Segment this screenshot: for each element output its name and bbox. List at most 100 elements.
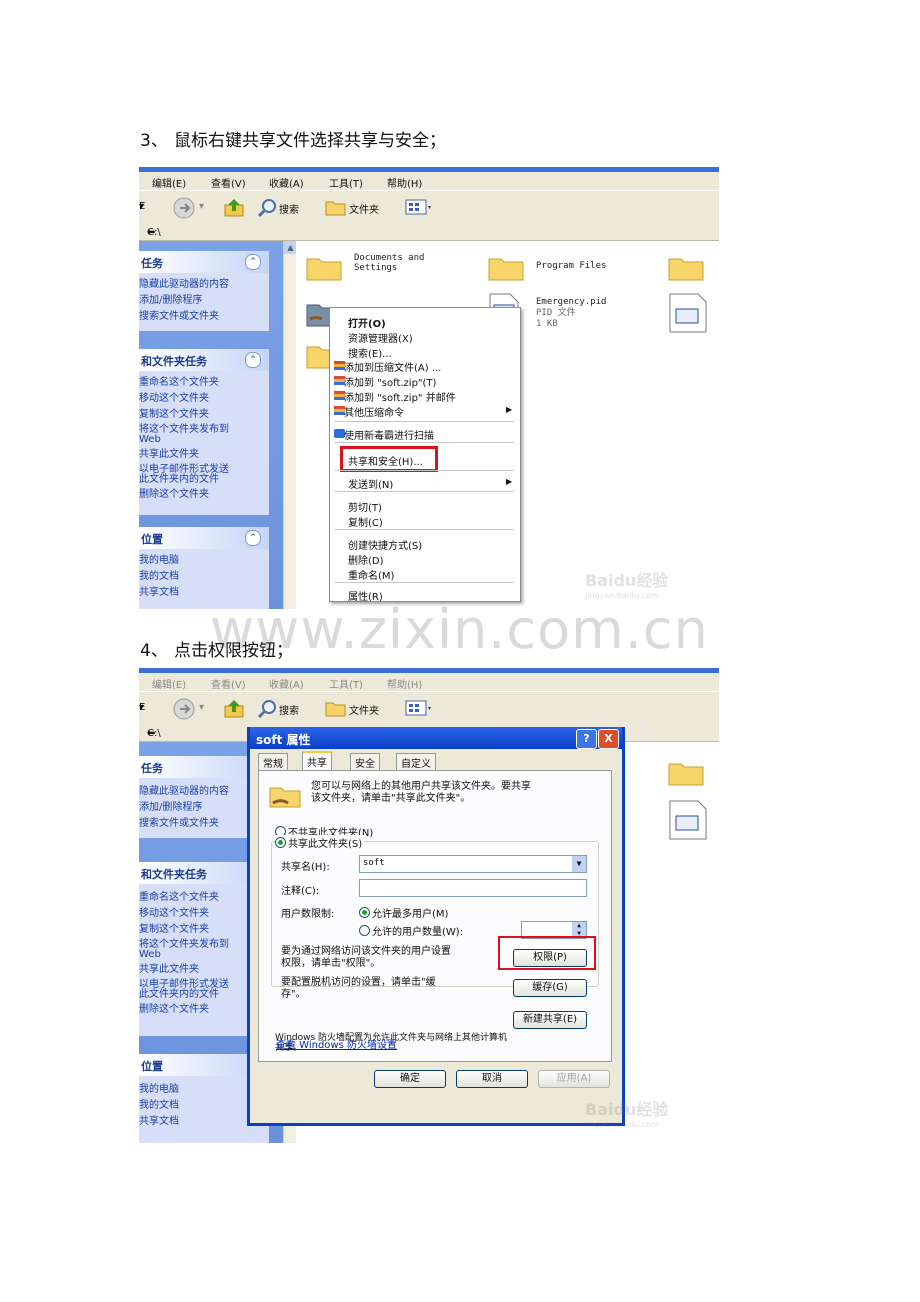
ok-button[interactable]: 确定: [374, 1070, 446, 1088]
task-link[interactable]: 共享此文件夹: [139, 447, 269, 463]
menu-item-open[interactable]: 打开(O): [348, 315, 386, 330]
screenshot-context-menu: 编辑(E) 查看(V) 收藏(A) 工具(T) 帮助(H) E ▾ ▾ 搜索 文…: [139, 167, 719, 609]
collapse-icon[interactable]: ⌃: [245, 352, 261, 368]
collapse-icon[interactable]: ⌃: [245, 254, 261, 270]
search-button-label[interactable]: 搜索: [279, 201, 299, 216]
menu-item-send-to[interactable]: 发送到(N): [348, 476, 393, 491]
file-size: 1 KB: [536, 319, 558, 329]
share-name-dropdown[interactable]: soft ▼: [359, 855, 587, 873]
menu-edit[interactable]: 编辑(E): [152, 676, 186, 691]
file-name[interactable]: Program Files: [536, 261, 606, 271]
share-option[interactable]: 共享此文件夹(S): [275, 835, 365, 850]
scrollbar[interactable]: ▲: [283, 241, 297, 609]
task-link[interactable]: 复制这个文件夹: [139, 407, 269, 423]
allowed-users-option[interactable]: 允许的用户数量(W):: [359, 923, 463, 938]
file-name[interactable]: Documents and Settings: [354, 253, 424, 274]
task-link[interactable]: 移动这个文件夹: [139, 391, 269, 407]
properties-dialog: soft 属性 ? X 常规 共享 安全 自定义 您可以与网络上的其他用户共享该…: [247, 727, 625, 1126]
menu-item-cut[interactable]: 剪切(T): [348, 499, 382, 514]
comment-field[interactable]: [359, 879, 587, 897]
back-button[interactable]: E ▾: [139, 702, 145, 713]
task-link[interactable]: 搜索文件或文件夹: [139, 309, 269, 325]
chevron-down-icon[interactable]: ▼: [572, 856, 586, 872]
menu-item-rename[interactable]: 重命名(M): [348, 567, 394, 582]
radio-icon[interactable]: [359, 925, 370, 936]
forward-dropdown-icon[interactable]: ▾: [199, 702, 204, 713]
menu-view[interactable]: 查看(V): [211, 175, 246, 190]
menu-favorites[interactable]: 收藏(A): [269, 175, 304, 190]
task-link[interactable]: 重命名这个文件夹: [139, 375, 269, 391]
tab-general[interactable]: 常规: [258, 753, 288, 770]
tab-security[interactable]: 安全: [350, 753, 380, 770]
menu-item-other-compress[interactable]: 其他压缩命令: [344, 404, 404, 419]
task-link[interactable]: 隐藏此驱动器的内容: [139, 277, 269, 293]
menu-favorites[interactable]: 收藏(A): [269, 676, 304, 691]
folder-icon[interactable]: [668, 253, 704, 281]
forward-icon[interactable]: [173, 197, 195, 219]
search-icon[interactable]: [257, 198, 277, 218]
task-panel-header[interactable]: 任务 ⌃: [139, 251, 269, 273]
menu-tools[interactable]: 工具(T): [329, 676, 363, 691]
menu-item-add-archive[interactable]: 添加到压缩文件(A) ...: [344, 359, 441, 374]
max-users-option[interactable]: 允许最多用户(M): [359, 905, 448, 920]
search-button-label[interactable]: 搜索: [279, 702, 299, 717]
views-icon[interactable]: [405, 198, 433, 216]
menu-edit[interactable]: 编辑(E): [152, 175, 186, 190]
help-button[interactable]: ?: [576, 729, 597, 749]
folders-button-label[interactable]: 文件夹: [349, 702, 379, 717]
folder-task-panel-body: 重命名这个文件夹 移动这个文件夹 复制这个文件夹 将这个文件夹发布到 Web 共…: [139, 371, 269, 515]
folder-icon[interactable]: [488, 253, 524, 281]
radio-selected-icon[interactable]: [275, 837, 286, 848]
menu-separator: [334, 582, 514, 583]
folders-button-label[interactable]: 文件夹: [349, 201, 379, 216]
up-folder-icon[interactable]: [223, 697, 245, 719]
task-link[interactable]: 删除这个文件夹: [139, 487, 269, 503]
menu-help[interactable]: 帮助(H): [387, 676, 422, 691]
places-panel-header[interactable]: 位置 ⌃: [139, 527, 269, 549]
baidu-watermark: Baidu经验 jingyan.baidu.com: [585, 571, 669, 600]
folder-icon[interactable]: [306, 253, 342, 281]
menu-item-add-zip-email[interactable]: 添加到 "soft.zip" 并邮件: [344, 389, 456, 404]
task-link[interactable]: 添加/删除程序: [139, 293, 269, 309]
menu-tools[interactable]: 工具(T): [329, 175, 363, 190]
up-folder-icon[interactable]: [223, 196, 245, 218]
cancel-button[interactable]: 取消: [456, 1070, 528, 1088]
menu-item-search[interactable]: 搜索(E)...: [348, 345, 392, 360]
menu-item-copy[interactable]: 复制(C): [348, 514, 383, 529]
menu-item-create-shortcut[interactable]: 创建快捷方式(S): [348, 537, 422, 552]
menu-help[interactable]: 帮助(H): [387, 175, 422, 190]
file-name[interactable]: Emergency.pid: [536, 297, 606, 307]
new-share-button[interactable]: 新建共享(E): [513, 1011, 587, 1029]
task-link[interactable]: 将这个文件夹发布到 Web: [139, 423, 269, 447]
forward-icon[interactable]: [173, 698, 195, 720]
close-button[interactable]: X: [598, 729, 619, 749]
apply-button[interactable]: 应用(A): [538, 1070, 610, 1088]
place-link[interactable]: 我的电脑: [139, 553, 269, 569]
dialog-titlebar[interactable]: soft 属性 ? X: [250, 727, 622, 749]
menu-item-delete[interactable]: 删除(D): [348, 552, 384, 567]
menu-view[interactable]: 查看(V): [211, 676, 246, 691]
search-icon[interactable]: [257, 699, 277, 719]
folder-icon[interactable]: [668, 758, 704, 786]
forward-dropdown-icon[interactable]: ▾: [199, 201, 204, 212]
tab-customize[interactable]: 自定义: [396, 753, 436, 770]
address-bar[interactable]: ⬅ C:\: [139, 225, 719, 241]
caching-button[interactable]: 缓存(G): [513, 979, 587, 997]
place-link[interactable]: 我的文档: [139, 569, 269, 585]
permissions-text: 要为通过网络访问该文件夹的用户设置 权限，请单击"权限"。: [281, 946, 451, 969]
back-button[interactable]: E ▾: [139, 201, 145, 212]
folder-task-panel-header[interactable]: 和文件夹任务 ⌃: [139, 349, 269, 371]
folders-icon[interactable]: [325, 699, 347, 717]
doc-file-icon[interactable]: [668, 293, 708, 333]
radio-selected-icon[interactable]: [359, 907, 370, 918]
views-icon[interactable]: [405, 699, 433, 717]
menu-item-add-zip[interactable]: 添加到 "soft.zip"(T): [344, 374, 436, 389]
folders-icon[interactable]: [325, 198, 347, 216]
firewall-settings-link[interactable]: 查看 Windows 防火墙设置: [276, 1036, 397, 1051]
collapse-icon[interactable]: ⌃: [245, 530, 261, 546]
menu-item-virus-scan[interactable]: 使用新毒霸进行扫描: [344, 427, 434, 442]
tab-sharing[interactable]: 共享: [302, 751, 332, 772]
task-link[interactable]: 以电子邮件形式发送 此文件夹内的文件: [139, 463, 269, 487]
doc-file-icon[interactable]: [668, 800, 708, 840]
menu-item-explore[interactable]: 资源管理器(X): [348, 330, 413, 345]
